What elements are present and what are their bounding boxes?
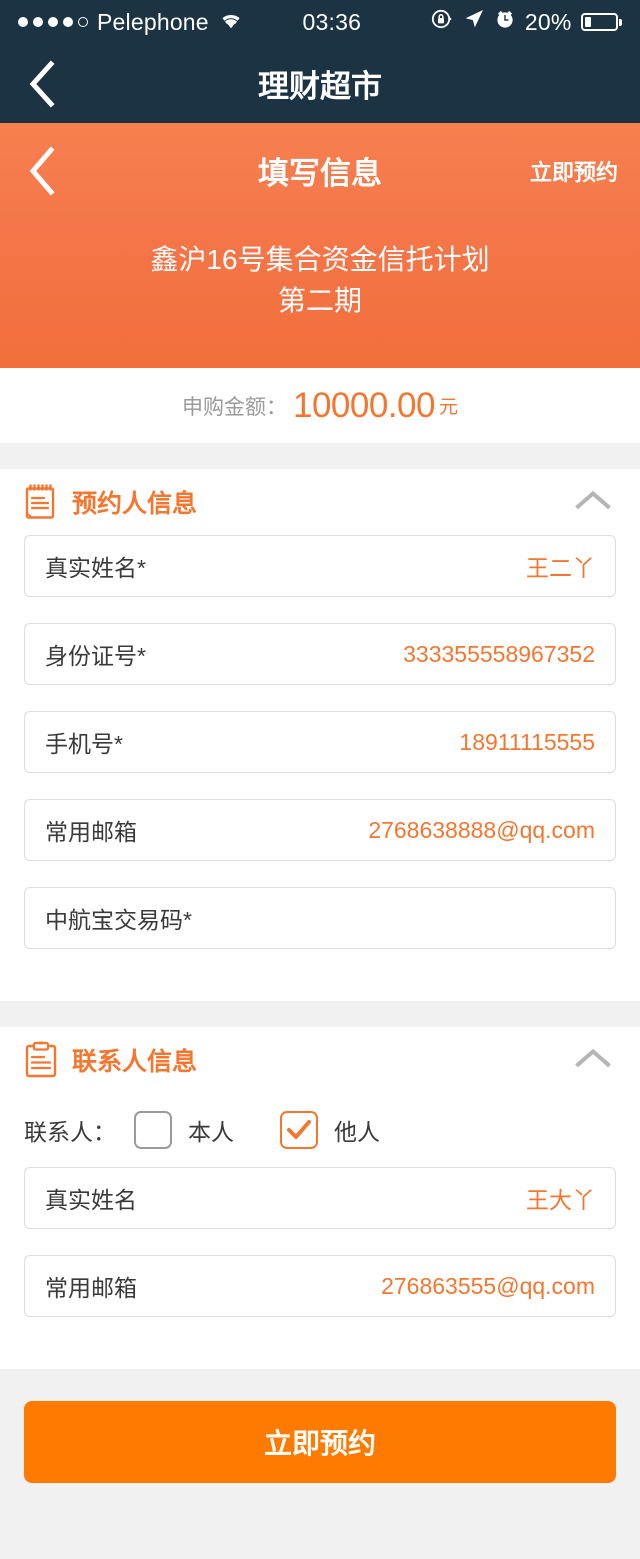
contact-type-label: 联系人： bbox=[24, 1119, 116, 1145]
field-label: 常用邮箱 bbox=[45, 819, 137, 845]
book-now-button[interactable]: 立即预约 bbox=[24, 1401, 616, 1483]
field-label: 常用邮箱 bbox=[45, 1275, 137, 1301]
battery-icon bbox=[580, 13, 622, 31]
contact-option-label: 他人 bbox=[334, 1119, 380, 1145]
wifi-icon bbox=[218, 9, 244, 36]
page-header-bar: 填写信息 立即预约 bbox=[0, 123, 640, 218]
battery-percent-label: 20% bbox=[524, 8, 572, 35]
field-real-name[interactable]: 真实姓名* 王二丫 bbox=[24, 535, 616, 597]
contact-field-email[interactable]: 常用邮箱 276863555@qq.com bbox=[24, 1255, 616, 1317]
applicant-section-title: 预约人信息 bbox=[72, 490, 198, 518]
field-value: 333355558967352 bbox=[403, 640, 595, 667]
contact-section-header[interactable]: 联系人信息 bbox=[24, 1027, 616, 1093]
page-header: 填写信息 立即预约 鑫沪16号集合资金信托计划 第二期 bbox=[0, 123, 640, 368]
checkbox-checked-icon[interactable] bbox=[280, 1111, 318, 1149]
product-name-line1: 鑫沪16号集合资金信托计划 bbox=[150, 244, 490, 275]
app-back-button[interactable] bbox=[0, 59, 84, 108]
applicant-info-section: 预约人信息 真实姓名* 王二丫 身份证号* 333355558967352 手机… bbox=[0, 469, 640, 1001]
subscription-amount-row: 申购金额： 10000.00 元 bbox=[0, 368, 640, 443]
product-name-line2: 第二期 bbox=[277, 284, 362, 316]
field-label: 真实姓名* bbox=[45, 555, 146, 581]
product-name: 鑫沪16号集合资金信托计划 第二期 bbox=[0, 218, 640, 321]
field-label: 手机号* bbox=[45, 731, 123, 757]
field-id-number[interactable]: 身份证号* 333355558967352 bbox=[24, 623, 616, 685]
status-bar-left: Pelephone bbox=[18, 9, 244, 36]
field-phone-number[interactable]: 手机号* 18911115555 bbox=[24, 711, 616, 773]
location-arrow-icon bbox=[463, 8, 485, 36]
checkbox-unchecked-icon[interactable] bbox=[134, 1111, 172, 1149]
section-divider-2 bbox=[0, 1001, 640, 1027]
notepad-icon bbox=[24, 483, 58, 521]
page-back-button[interactable] bbox=[0, 145, 84, 196]
chevron-up-icon[interactable] bbox=[572, 487, 614, 518]
contact-option-label: 本人 bbox=[188, 1119, 234, 1145]
contact-info-section: 联系人信息 联系人： 本人 他人 真实姓名 王大丫 常用邮箱 276863555… bbox=[0, 1027, 640, 1369]
amount-unit: 元 bbox=[438, 397, 458, 418]
section-divider-1 bbox=[0, 443, 640, 469]
mobile-screen: Pelephone 03:36 20% 理财超市 填写信息 立即预约 鑫沪16号… bbox=[0, 0, 640, 1559]
field-label: 真实姓名 bbox=[45, 1187, 137, 1213]
field-value: 276863555@qq.com bbox=[381, 1272, 595, 1299]
contact-field-real-name[interactable]: 真实姓名 王大丫 bbox=[24, 1167, 616, 1229]
rotation-lock-icon bbox=[430, 7, 454, 37]
amount-value: 10000.00 bbox=[293, 385, 435, 425]
contact-type-chooser: 联系人： 本人 他人 bbox=[24, 1093, 616, 1167]
field-value: 王大丫 bbox=[526, 1187, 595, 1213]
applicant-section-header[interactable]: 预约人信息 bbox=[24, 469, 616, 535]
chevron-up-icon[interactable] bbox=[572, 1045, 614, 1076]
field-label: 中航宝交易码* bbox=[45, 907, 192, 933]
field-label: 身份证号* bbox=[45, 643, 146, 669]
carrier-label: Pelephone bbox=[97, 8, 209, 35]
app-title: 理财超市 bbox=[258, 69, 382, 104]
app-navbar: 理财超市 bbox=[0, 44, 640, 123]
cta-area: 立即预约 bbox=[0, 1369, 640, 1559]
header-book-now-button[interactable]: 立即预约 bbox=[530, 155, 618, 187]
amount-label: 申购金额： bbox=[182, 395, 287, 419]
contact-section-title: 联系人信息 bbox=[72, 1048, 198, 1076]
status-bar-right: 20% bbox=[430, 7, 622, 37]
contact-option-self[interactable]: 本人 bbox=[134, 1111, 234, 1149]
field-value: 王二丫 bbox=[526, 555, 595, 581]
clipboard-icon bbox=[24, 1041, 58, 1079]
clock-label: 03:36 bbox=[302, 8, 362, 35]
signal-strength-icon bbox=[18, 17, 88, 27]
contact-option-other[interactable]: 他人 bbox=[280, 1111, 380, 1149]
alarm-clock-icon bbox=[494, 8, 516, 36]
field-trade-code[interactable]: 中航宝交易码* bbox=[24, 887, 616, 949]
field-value: 18911115555 bbox=[459, 728, 595, 755]
status-bar: Pelephone 03:36 20% bbox=[0, 0, 640, 44]
field-email[interactable]: 常用邮箱 2768638888@qq.com bbox=[24, 799, 616, 861]
field-value: 2768638888@qq.com bbox=[368, 816, 595, 843]
